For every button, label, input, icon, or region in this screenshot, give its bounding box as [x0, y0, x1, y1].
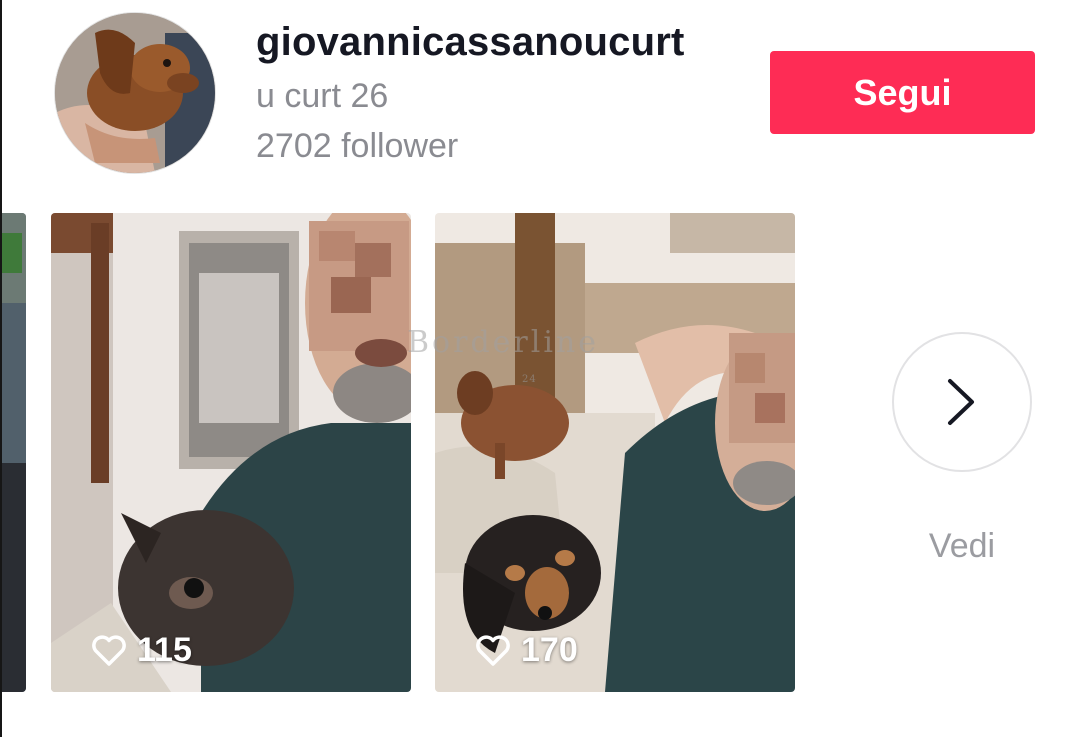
profile-card: giovannicassanoucurt u curt 26 2702 foll…: [0, 0, 1080, 737]
video-preview-image: [51, 213, 411, 692]
chevron-right-icon: [948, 379, 974, 425]
see-more-label[interactable]: Vedi: [892, 527, 1032, 566]
heart-outline-icon: [476, 634, 510, 666]
avatar[interactable]: [54, 12, 216, 174]
like-count: 170: [521, 631, 578, 669]
video-thumbnail[interactable]: 170: [435, 213, 795, 692]
video-preview-image: [2, 213, 26, 692]
follower-count: 2702 follower: [256, 127, 459, 165]
username[interactable]: giovannicassanoucurt: [256, 20, 685, 65]
like-count-overlay: 170: [475, 631, 578, 670]
like-count: 115: [137, 631, 192, 669]
see-more-button[interactable]: [892, 332, 1032, 472]
heart-outline-icon: [92, 634, 126, 666]
video-thumbnail[interactable]: 115: [51, 213, 411, 692]
video-preview-image: [435, 213, 795, 692]
like-count-overlay: 115: [91, 631, 192, 670]
video-thumbnail-partial[interactable]: [2, 213, 26, 692]
avatar-dog-photo: [55, 13, 215, 173]
nickname: u curt 26: [256, 77, 389, 115]
follow-button[interactable]: Segui: [770, 51, 1035, 134]
